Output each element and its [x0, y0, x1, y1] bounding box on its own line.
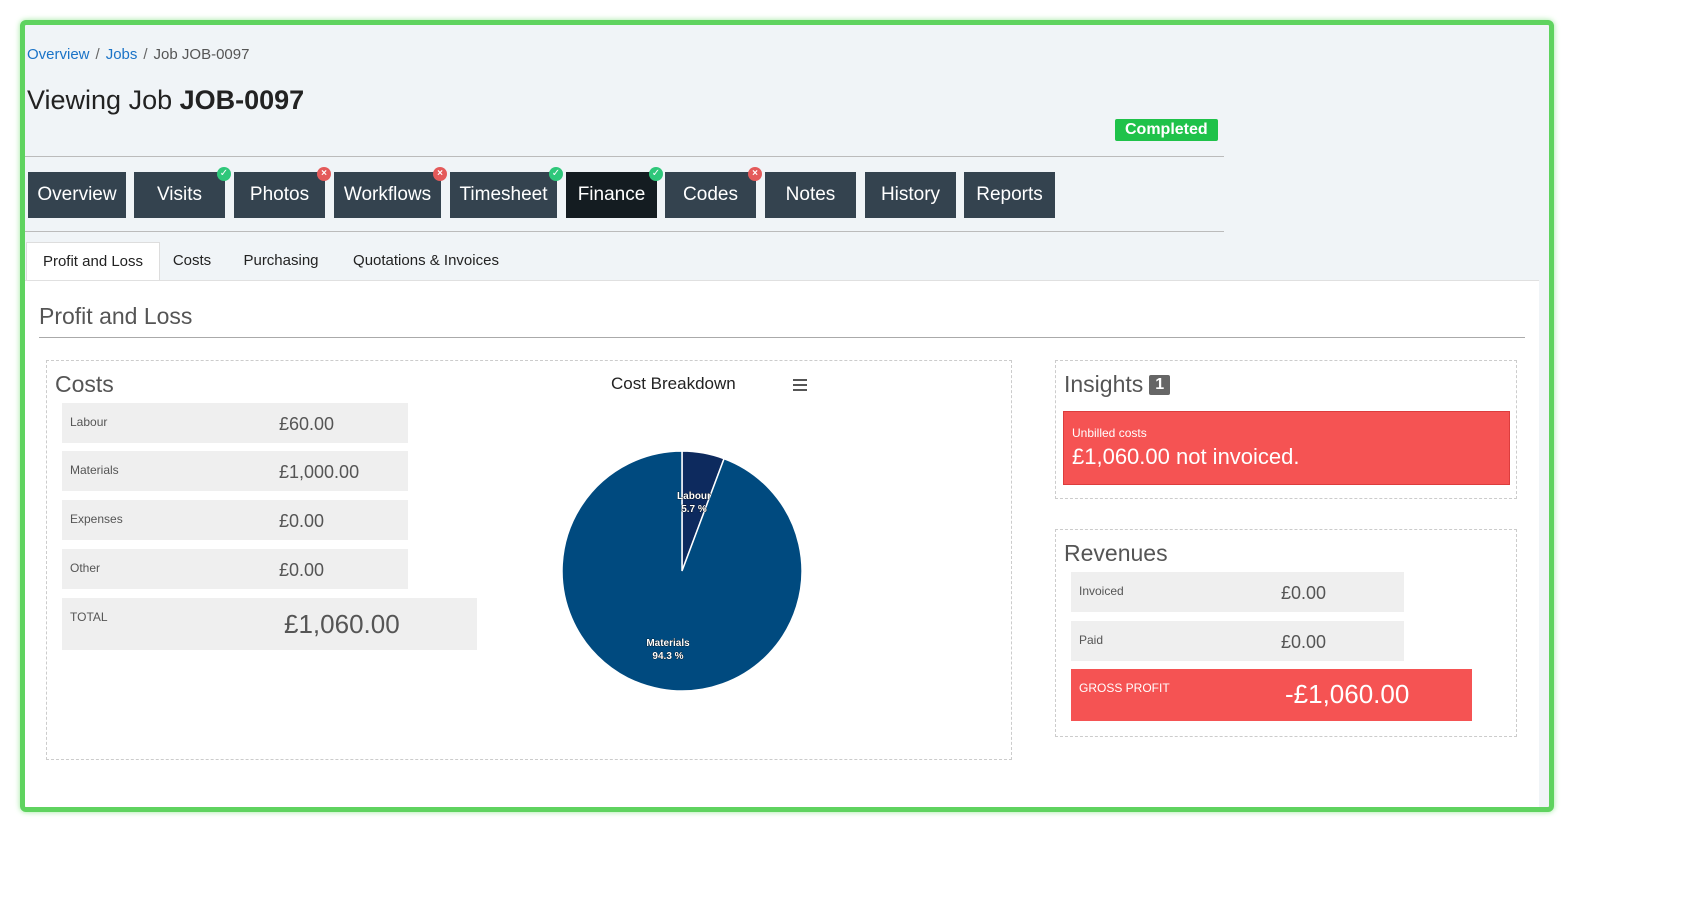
tab-label: History	[880, 184, 941, 205]
breadcrumb: Overview / Jobs / Job JOB-0097	[27, 46, 249, 63]
breadcrumb-separator: /	[143, 46, 148, 63]
revenues-panel: Revenues Invoiced £0.00 Paid £0.00 GROSS…	[1055, 529, 1517, 737]
row-label: TOTAL	[70, 610, 108, 624]
tab-label: Codes	[683, 184, 738, 205]
tab-label: Photos	[249, 184, 310, 205]
row-value: -£1,060.00	[1285, 679, 1410, 709]
row-label: Labour	[70, 415, 108, 429]
finance-content: Profit and Loss Costs Labour £60.00 Mate…	[25, 280, 1539, 807]
tab-label: Overview	[37, 184, 117, 205]
gross-profit-row: GROSS PROFIT -£1,060.00	[1071, 669, 1472, 721]
pie-label-materials: Materials	[646, 638, 690, 649]
costs-panel: Costs Labour £60.00 Materials £1,000.00 …	[46, 360, 1012, 760]
row-label: GROSS PROFIT	[1079, 681, 1170, 695]
tab-timesheet[interactable]: Timesheet ✓	[450, 167, 563, 218]
tab-label: Notes	[785, 184, 836, 205]
insight-unbilled-costs: Unbilled costs £1,060.00 not invoiced.	[1063, 411, 1510, 485]
page-title-prefix: Viewing Job	[27, 85, 173, 115]
costs-title: Costs	[55, 371, 114, 397]
insight-title: Unbilled costs	[1072, 426, 1147, 440]
cost-row-materials: Materials £1,000.00	[62, 451, 408, 491]
breadcrumb-jobs[interactable]: Jobs	[106, 46, 138, 63]
insights-count-badge: 1	[1149, 375, 1171, 395]
row-value: £0.00	[279, 511, 325, 531]
cost-breakdown-pie: Labour 5.7 % Materials 94.3 %	[561, 450, 803, 692]
row-label: Other	[70, 561, 101, 575]
check-icon: ✓	[649, 167, 663, 181]
tab-reports[interactable]: Reports	[964, 172, 1055, 218]
menu-icon[interactable]	[793, 379, 807, 391]
tab-codes[interactable]: Codes ×	[665, 167, 762, 218]
insights-panel: Insights 1 Unbilled costs £1,060.00 not i…	[1055, 360, 1517, 499]
tab-photos[interactable]: Photos ×	[234, 167, 331, 218]
status-badge: Completed	[1115, 119, 1218, 141]
row-label: Invoiced	[1079, 584, 1124, 598]
divider	[25, 156, 1224, 157]
tab-history[interactable]: History	[865, 172, 956, 218]
revenue-row-invoiced: Invoiced £0.00	[1071, 572, 1404, 612]
tab-label: Workflows	[343, 184, 432, 205]
insights-title-text: Insights	[1064, 371, 1144, 397]
row-label: Paid	[1079, 633, 1104, 647]
close-icon: ×	[317, 167, 331, 181]
insight-message: £1,060.00 not invoiced.	[1072, 444, 1300, 469]
row-label: Materials	[70, 463, 119, 477]
subtab-quotations-invoices[interactable]: Quotations & Invoices	[341, 242, 511, 280]
breadcrumb-current: Job JOB-0097	[153, 46, 250, 63]
row-label: Expenses	[70, 512, 123, 526]
sub-tabs: Profit and Loss Costs Purchasing Quotati…	[25, 242, 1545, 281]
pie-value-materials: 94.3 %	[652, 651, 683, 662]
tab-label: Reports	[976, 184, 1043, 205]
cost-row-total: TOTAL £1,060.00	[62, 598, 477, 650]
app-window: Overview / Jobs / Job JOB-0097 Viewing Job J…	[20, 20, 1554, 812]
tab-label: Timesheet	[459, 184, 548, 205]
check-icon: ✓	[549, 167, 563, 181]
row-value: £1,000.00	[279, 462, 360, 482]
chart-title: Cost Breakdown	[611, 374, 736, 393]
tab-workflows[interactable]: Workflows ×	[334, 167, 447, 218]
row-value: £0.00	[1281, 583, 1327, 603]
tab-finance[interactable]: Finance ✓	[566, 167, 663, 218]
subtab-purchasing[interactable]: Purchasing	[231, 242, 331, 280]
page-title: Viewing Job JOB-0097	[27, 85, 304, 116]
pie-label-labour: Labour	[677, 491, 711, 502]
tab-notes[interactable]: Notes	[765, 172, 856, 218]
row-value: £0.00	[1281, 632, 1327, 652]
tab-label: Finance	[577, 184, 646, 205]
check-icon: ✓	[217, 167, 231, 181]
subtab-profit-and-loss[interactable]: Profit and Loss	[26, 242, 160, 281]
revenues-title: Revenues	[1064, 540, 1168, 566]
cost-row-other: Other £0.00	[62, 549, 408, 589]
page-title-job-id: JOB-0097	[179, 85, 305, 115]
tab-label: Visits	[156, 184, 203, 205]
tab-overview[interactable]: Overview	[28, 172, 126, 218]
pie-value-labour: 5.7 %	[681, 504, 707, 515]
row-value: £60.00	[279, 414, 335, 434]
breadcrumb-overview[interactable]: Overview	[27, 46, 90, 63]
tab-visits[interactable]: Visits ✓	[134, 167, 231, 218]
divider	[25, 231, 1224, 232]
subtab-costs[interactable]: Costs	[162, 242, 222, 280]
row-value: £0.00	[279, 560, 325, 580]
row-value: £1,060.00	[284, 609, 400, 639]
revenue-row-paid: Paid £0.00	[1071, 621, 1404, 661]
cost-row-expenses: Expenses £0.00	[62, 500, 408, 540]
breadcrumb-separator: /	[95, 46, 100, 63]
cost-row-labour: Labour £60.00	[62, 403, 408, 443]
section-title: Profit and Loss	[39, 303, 193, 329]
close-icon: ×	[748, 167, 762, 181]
close-icon: ×	[433, 167, 447, 181]
insights-title: Insights 1	[1064, 371, 1171, 398]
divider	[39, 337, 1525, 338]
